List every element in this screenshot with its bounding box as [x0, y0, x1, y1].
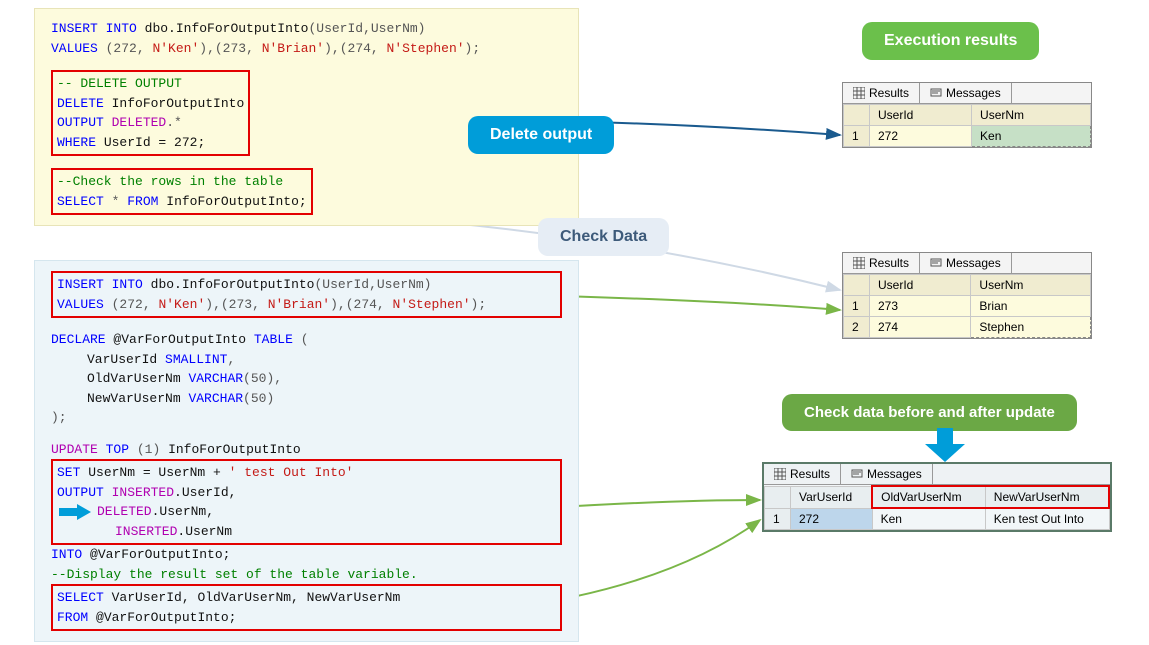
code-line: NewVarUserNm VARCHAR(50) — [51, 389, 562, 409]
message-icon — [851, 468, 863, 480]
execution-results-label: Execution results — [862, 22, 1039, 60]
code-line: DECLARE @VarForOutputInto TABLE ( — [51, 330, 562, 350]
grid-icon — [853, 87, 865, 99]
arrow-down-icon — [925, 428, 965, 462]
delete-output-block: -- DELETE OUTPUT DELETE InfoForOutputInt… — [51, 70, 250, 156]
results-grid-2: Results Messages UserIdUserNm 1273Brian … — [842, 252, 1092, 339]
code-line: INTO @VarForOutputInto; — [51, 545, 562, 565]
messages-tab[interactable]: Messages — [841, 464, 933, 484]
code-line: VALUES (272, N'Ken'),(273, N'Brian'),(27… — [51, 39, 562, 59]
col-header: UserId — [870, 275, 971, 296]
table-row: 1272Ken — [844, 126, 1091, 147]
check-data-label: Check Data — [538, 218, 669, 256]
code-line: INSERT INTO dbo.InfoForOutputInto(UserId… — [51, 19, 562, 39]
set-output-block: SET UserNm = UserNm + ' test Out Into' O… — [51, 459, 562, 545]
col-header: UserId — [870, 105, 972, 126]
delete-output-label: Delete output — [468, 116, 614, 154]
results-grid-1: Results Messages UserIdUserNm 1272Ken — [842, 82, 1092, 148]
table-row: 2274Stephen — [844, 317, 1091, 338]
grid-icon — [774, 468, 786, 480]
code-line: UPDATE TOP (1) InfoForOutputInto — [51, 440, 562, 460]
messages-tab[interactable]: Messages — [920, 253, 1012, 273]
grid-icon — [853, 257, 865, 269]
check-rows-block: --Check the rows in the table SELECT * F… — [51, 168, 313, 215]
insert-block-blue: INSERT INTO dbo.InfoForOutputInto(UserId… — [51, 271, 562, 318]
results-tab[interactable]: Results — [843, 253, 920, 273]
code-line: ); — [51, 408, 562, 428]
results-tab[interactable]: Results — [843, 83, 920, 103]
select-var-block: SELECT VarUserId, OldVarUserNm, NewVarUs… — [51, 584, 562, 631]
table-row: 1272KenKen test Out Into — [765, 508, 1110, 530]
check-before-after-label: Check data before and after update — [782, 394, 1077, 431]
messages-tab[interactable]: Messages — [920, 83, 1012, 103]
results-grid-3: Results Messages VarUserIdOldVarUserNmNe… — [762, 462, 1112, 532]
message-icon — [930, 257, 942, 269]
table-row: 1273Brian — [844, 296, 1091, 317]
code-line: VarUserId SMALLINT, — [51, 350, 562, 370]
message-icon — [930, 87, 942, 99]
code-line: OldVarUserNm VARCHAR(50), — [51, 369, 562, 389]
col-header: NewVarUserNm — [985, 486, 1109, 508]
sql-code-blue: INSERT INTO dbo.InfoForOutputInto(UserId… — [34, 260, 579, 642]
arrow-right-icon — [57, 503, 93, 521]
col-header: VarUserId — [791, 486, 873, 508]
results-tab[interactable]: Results — [764, 464, 841, 484]
col-header: OldVarUserNm — [872, 486, 985, 508]
col-header: UserNm — [971, 275, 1091, 296]
code-line: --Display the result set of the table va… — [51, 565, 562, 585]
col-header: UserNm — [972, 105, 1091, 126]
